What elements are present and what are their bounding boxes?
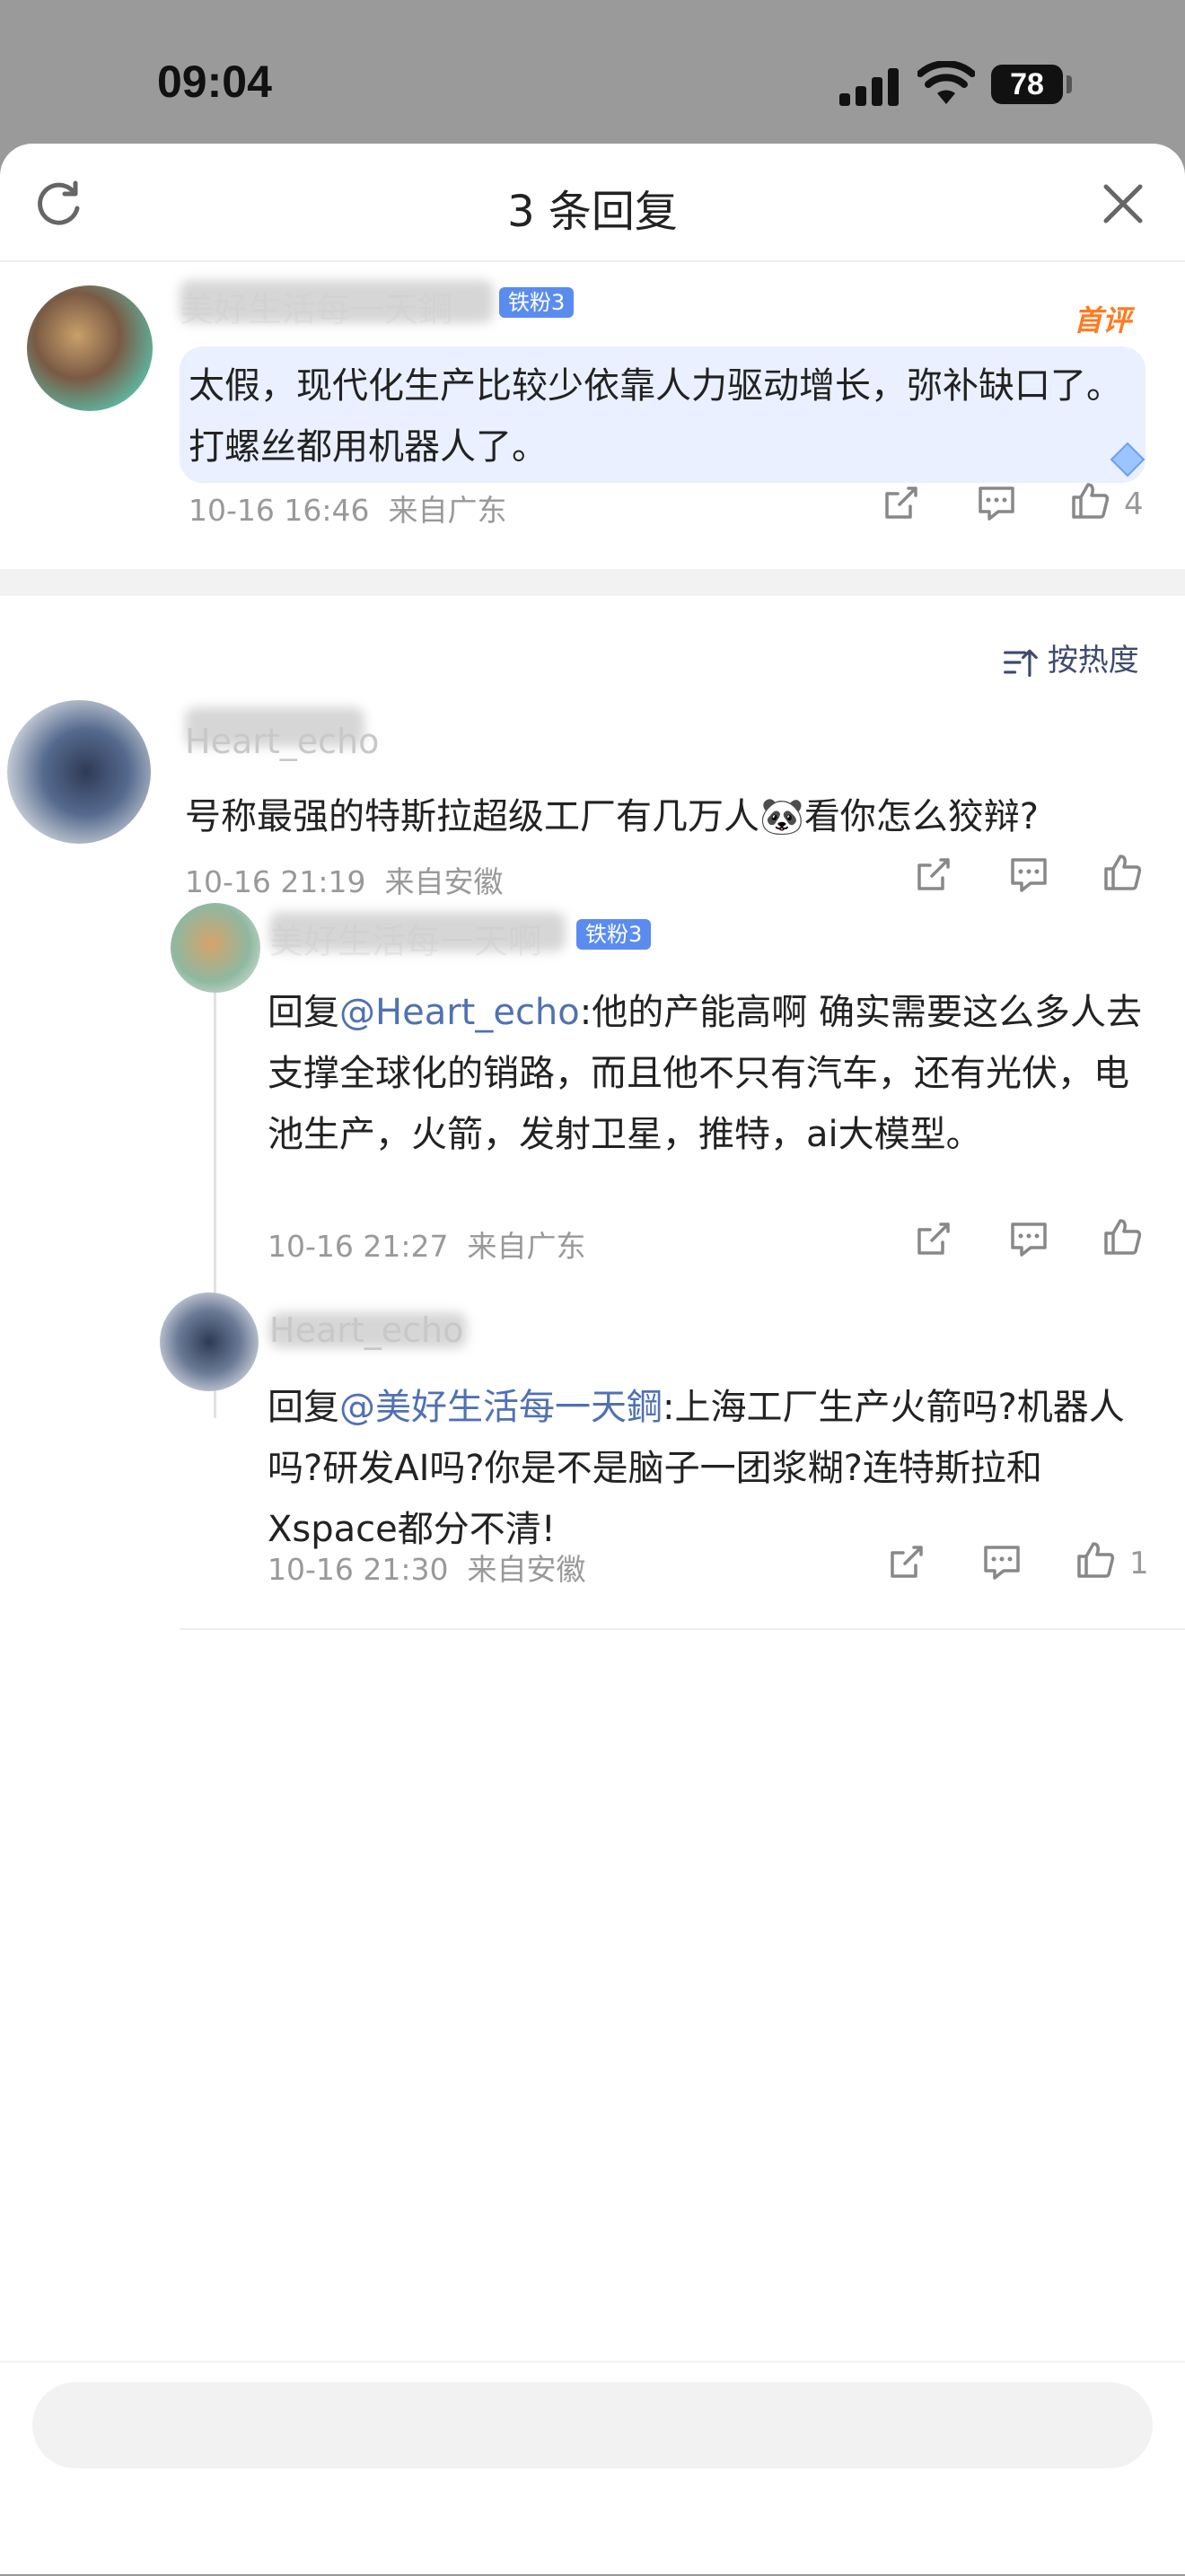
comment-text-tail: 看你怎么狡辩? (803, 796, 1040, 837)
first-comment-tag: 首评 (1074, 303, 1132, 337)
close-icon[interactable] (1101, 181, 1146, 226)
like-icon[interactable] (1075, 1540, 1115, 1580)
mention-link[interactable]: @美好生活每一天鋼 (339, 1387, 663, 1428)
comment-time: 10-16 16:46 (189, 493, 370, 528)
diamond-icon (1110, 442, 1146, 478)
avatar[interactable] (171, 903, 260, 993)
comment-location: 来自安徽 (384, 864, 504, 899)
sort-button[interactable]: 按热度 (1002, 635, 1139, 680)
sheet-title: 3 条回复 (507, 187, 678, 237)
comment-location: 来自广东 (388, 493, 507, 528)
comment-location: 来自安徽 (467, 1552, 586, 1587)
share-icon[interactable] (887, 1542, 926, 1582)
avatar[interactable] (7, 700, 151, 844)
status-bar: 09:04 78 (0, 0, 1185, 144)
author-name[interactable]: 美好生活每一天鋼 (180, 282, 452, 331)
like-count: 1 (1129, 1546, 1149, 1582)
status-time: 09:04 (157, 57, 272, 107)
fan-badge: 铁粉3 (499, 287, 575, 318)
comment-meta: 10-16 21:27 来自广东 (268, 1222, 585, 1266)
reply-input[interactable] (32, 2382, 1153, 2468)
sheet-header: 3 条回复 (0, 144, 1185, 262)
avatar[interactable] (160, 1292, 259, 1391)
comment-text[interactable]: 回复@Heart_echo:他的产能高啊 确实需要这么多人去支撑全球化的销路，而… (268, 982, 1156, 1165)
battery-indicator: 78 (991, 65, 1063, 104)
wifi-icon (917, 61, 975, 104)
sort-icon (1004, 649, 1038, 677)
author-name[interactable]: Heart_echo (269, 1310, 463, 1350)
panda-emoji: 🐼 (759, 796, 804, 837)
like-icon[interactable] (1102, 1217, 1142, 1257)
share-icon[interactable] (882, 483, 921, 522)
comment-meta: 10-16 21:30 来自安徽 (268, 1546, 585, 1589)
sort-label: 按热度 (1047, 643, 1139, 679)
comment-text-main: 号称最强的特斯拉超级工厂有几万人 (185, 796, 759, 837)
reply-icon[interactable] (1009, 1219, 1049, 1258)
fan-badge: 铁粉3 (576, 919, 652, 950)
reply-icon[interactable] (977, 483, 1016, 522)
comment-time: 10-16 21:19 (185, 864, 366, 899)
list-end-divider (180, 1628, 1185, 1630)
author-name[interactable]: 美好生活每一天啊 (269, 914, 542, 963)
comment-text[interactable]: 太假，现代化生产比较少依靠人力驱动增长，弥补缺口了。打螺丝都用机器人了。 (189, 355, 1122, 478)
share-icon[interactable] (914, 1219, 953, 1258)
like-count: 4 (1124, 486, 1144, 522)
like-icon[interactable] (1070, 481, 1110, 521)
author-name[interactable]: Heart_echo (185, 722, 379, 761)
share-icon[interactable] (914, 854, 953, 894)
battery-tip (1066, 75, 1072, 93)
reply-icon[interactable] (1009, 854, 1049, 894)
mention-link[interactable]: @Heart_echo (339, 992, 580, 1033)
like-icon[interactable] (1102, 853, 1142, 892)
replies-sheet: 3 条回复 美好生活每一天鋼 铁粉3 首评 太假，现代化生产比较少依靠人力驱动增… (0, 144, 1185, 2574)
avatar[interactable] (27, 285, 153, 411)
reply-prefix: 回复 (268, 1387, 339, 1428)
comment-text[interactable]: 回复@美好生活每一天鋼:上海工厂生产火箭吗?机器人吗?研发AI吗?你是不是脑子一… (268, 1377, 1129, 1560)
section-separator (0, 569, 1185, 596)
comment-text[interactable]: 号称最强的特斯拉超级工厂有几万人🐼看你怎么狡辩? (185, 786, 1154, 847)
comment-location: 来自广东 (467, 1229, 586, 1264)
comment-time: 10-16 21:27 (268, 1229, 449, 1264)
reply-icon[interactable] (982, 1542, 1022, 1582)
signal-icon (839, 65, 902, 106)
reply-prefix: 回复 (268, 992, 339, 1033)
comment-meta: 10-16 21:19 来自安徽 (185, 858, 503, 901)
comment-meta: 10-16 16:46 来自广东 (189, 486, 506, 530)
comment-time: 10-16 21:30 (268, 1552, 449, 1587)
